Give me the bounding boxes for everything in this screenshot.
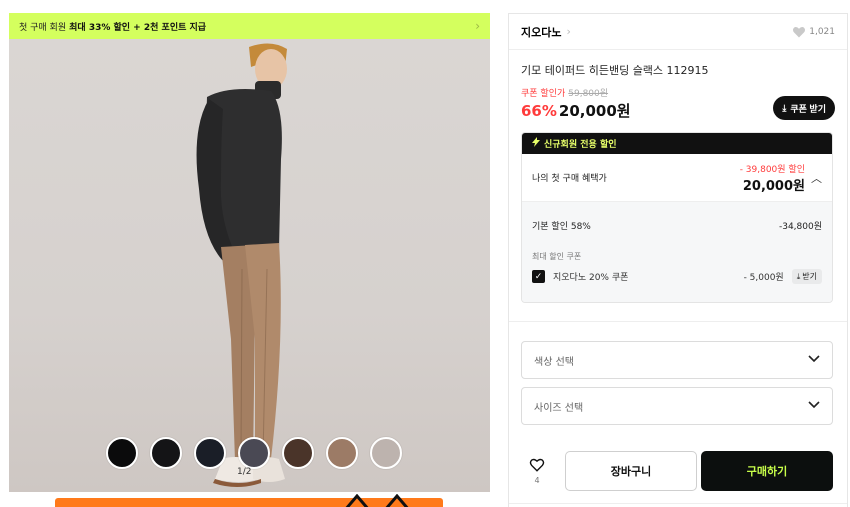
chevron-right-icon: ›	[475, 19, 480, 33]
sale-price: 20,000원	[558, 102, 631, 120]
coupon-value: - 5,000원	[743, 273, 784, 283]
size-select[interactable]: 사이즈 선택	[521, 387, 833, 425]
size-select-placeholder: 사이즈 선택	[534, 402, 584, 414]
color-swatch[interactable]	[194, 437, 226, 469]
get-coupon-mini-label: 받기	[802, 272, 817, 281]
wishlist-count: 4	[534, 475, 540, 485]
brand-name[interactable]: 지오다노	[521, 24, 561, 40]
first-purchase-row[interactable]: 나의 첫 구매 혜택가 - 39,800원 할인 20,000원 ︿	[522, 154, 832, 202]
coupon-price-label: 쿠폰 할인가 59,800원	[521, 86, 608, 99]
color-swatch[interactable]	[106, 437, 138, 469]
lightning-icon	[532, 137, 540, 150]
divider	[509, 321, 847, 322]
like-counter[interactable]: 1,021	[792, 26, 835, 38]
color-swatch[interactable]	[150, 437, 182, 469]
chevron-up-icon[interactable]: ︿	[811, 170, 822, 186]
color-select[interactable]: 색상 선택	[521, 341, 833, 379]
coupon-row: ✓ 지오다노 20% 쿠폰 - 5,000원 ⤓ 받기	[532, 269, 822, 284]
get-coupon-label: 쿠폰 받기	[790, 103, 826, 114]
coupon-name: 지오다노 20% 쿠폰	[553, 273, 629, 283]
first-purchase-discount: - 39,800원 할인	[739, 164, 805, 175]
color-swatch[interactable]	[370, 437, 402, 469]
base-discount-label: 기본 할인 58%	[532, 222, 591, 232]
promo-banner[interactable]: 첫 구매 회원 최대 33% 할인 + 2천 포인트 지급 ›	[9, 13, 490, 39]
color-swatches	[106, 437, 402, 469]
brand-row: 지오다노 › 1,021	[509, 14, 847, 50]
chevron-right-icon[interactable]: ›	[566, 25, 570, 38]
benefit-header: 신규회원 전용 할인	[522, 133, 832, 154]
original-price: 59,800원	[568, 89, 609, 99]
heart-outline-icon	[529, 458, 545, 472]
max-coupon-label: 최대 할인 쿠폰	[532, 252, 582, 261]
download-icon: ⤓	[782, 102, 787, 113]
product-page: 첫 구매 회원 최대 33% 할인 + 2천 포인트 지급 › 1/2 지오다노…	[0, 0, 850, 507]
benefit-details: 기본 할인 58% -34,800원 최대 할인 쿠폰 ✓ 지오다노 20% 쿠…	[522, 202, 832, 302]
base-discount-value: -34,800원	[778, 222, 822, 232]
product-image[interactable]: 1/2	[9, 39, 490, 492]
get-coupon-mini-button[interactable]: ⤓ 받기	[791, 269, 822, 284]
product-info-panel: 지오다노 › 1,021 기모 테이퍼드 히든밴딩 슬랙스 112915 쿠폰 …	[508, 13, 848, 507]
chevron-down-icon	[808, 354, 820, 366]
benefit-header-text: 신규회원 전용 할인	[544, 140, 617, 150]
image-pager: 1/2	[237, 467, 252, 477]
color-swatch[interactable]	[326, 437, 358, 469]
coupon-label-text: 쿠폰 할인가	[521, 89, 566, 99]
heart-icon	[793, 26, 806, 37]
like-count: 1,021	[809, 26, 835, 37]
first-purchase-price: 20,000원	[742, 178, 805, 194]
first-purchase-label: 나의 첫 구매 혜택가	[532, 174, 607, 184]
add-to-cart-button[interactable]: 장바구니	[565, 451, 697, 491]
bottom-event-banner[interactable]	[55, 494, 443, 507]
color-swatch[interactable]	[238, 437, 270, 469]
product-gallery-column: 첫 구매 회원 최대 33% 할인 + 2천 포인트 지급 › 1/2	[0, 0, 500, 507]
price-row: 66% 20,000원	[521, 100, 631, 121]
divider	[509, 503, 847, 504]
get-coupon-button[interactable]: ⤓ 쿠폰 받기	[773, 96, 835, 120]
download-icon: ⤓	[796, 271, 801, 281]
promo-highlight-text: 최대 33% 할인 + 2천 포인트 지급	[69, 22, 207, 33]
product-title: 기모 테이퍼드 히든밴딩 슬랙스 112915	[521, 64, 709, 77]
base-discount-row: 기본 할인 58% -34,800원	[532, 219, 822, 232]
purchase-actions: 4 장바구니 구매하기	[521, 448, 835, 494]
wishlist-button[interactable]: 4	[521, 458, 553, 485]
buy-now-button[interactable]: 구매하기	[701, 451, 833, 491]
discount-rate: 66%	[521, 102, 557, 120]
model-illustration	[196, 43, 287, 487]
checkbox-checked-icon[interactable]: ✓	[532, 270, 545, 283]
color-swatch[interactable]	[282, 437, 314, 469]
benefit-box: 신규회원 전용 할인 나의 첫 구매 혜택가 - 39,800원 할인 20,0…	[521, 132, 833, 303]
wave-graphic-icon	[345, 494, 409, 507]
first-purchase-price-block: - 39,800원 할인 20,000원	[740, 162, 805, 194]
color-select-placeholder: 색상 선택	[534, 356, 574, 368]
chevron-down-icon	[808, 400, 820, 412]
promo-lead-text: 첫 구매 회원	[19, 22, 67, 33]
